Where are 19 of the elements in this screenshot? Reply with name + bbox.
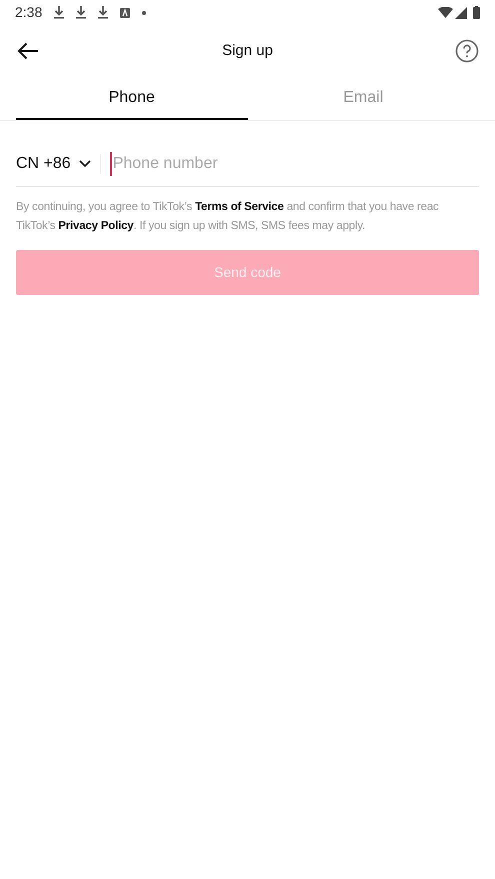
- battery-icon: [473, 6, 480, 19]
- legal-notice: By continuing, you agree to TikTok’s Terms of Service and confirm that you have reac: [16, 200, 440, 215]
- help-icon: [455, 39, 479, 63]
- phone-number-field[interactable]: Phone number: [110, 152, 479, 176]
- signal-icon: [455, 6, 467, 18]
- page-title: Sign up: [222, 40, 273, 61]
- back-arrow-icon: [17, 42, 39, 60]
- help-button[interactable]: [455, 39, 479, 63]
- download-icon: [98, 6, 108, 19]
- download-icon: [54, 6, 64, 19]
- dot-icon: [142, 10, 146, 14]
- download-icon: [76, 6, 86, 19]
- notification-icon: [120, 8, 130, 18]
- country-code-selector[interactable]: CN +86: [16, 152, 91, 176]
- tab[interactable]: Phone: [16, 77, 248, 120]
- chevron-down-icon: [78, 160, 91, 168]
- legal-notice: TikTok’s Privacy Policy. If you sign up with SMS, SMS fees may apply.: [16, 219, 366, 234]
- status-time: 2:38: [15, 3, 42, 22]
- wifi-icon: [438, 7, 453, 18]
